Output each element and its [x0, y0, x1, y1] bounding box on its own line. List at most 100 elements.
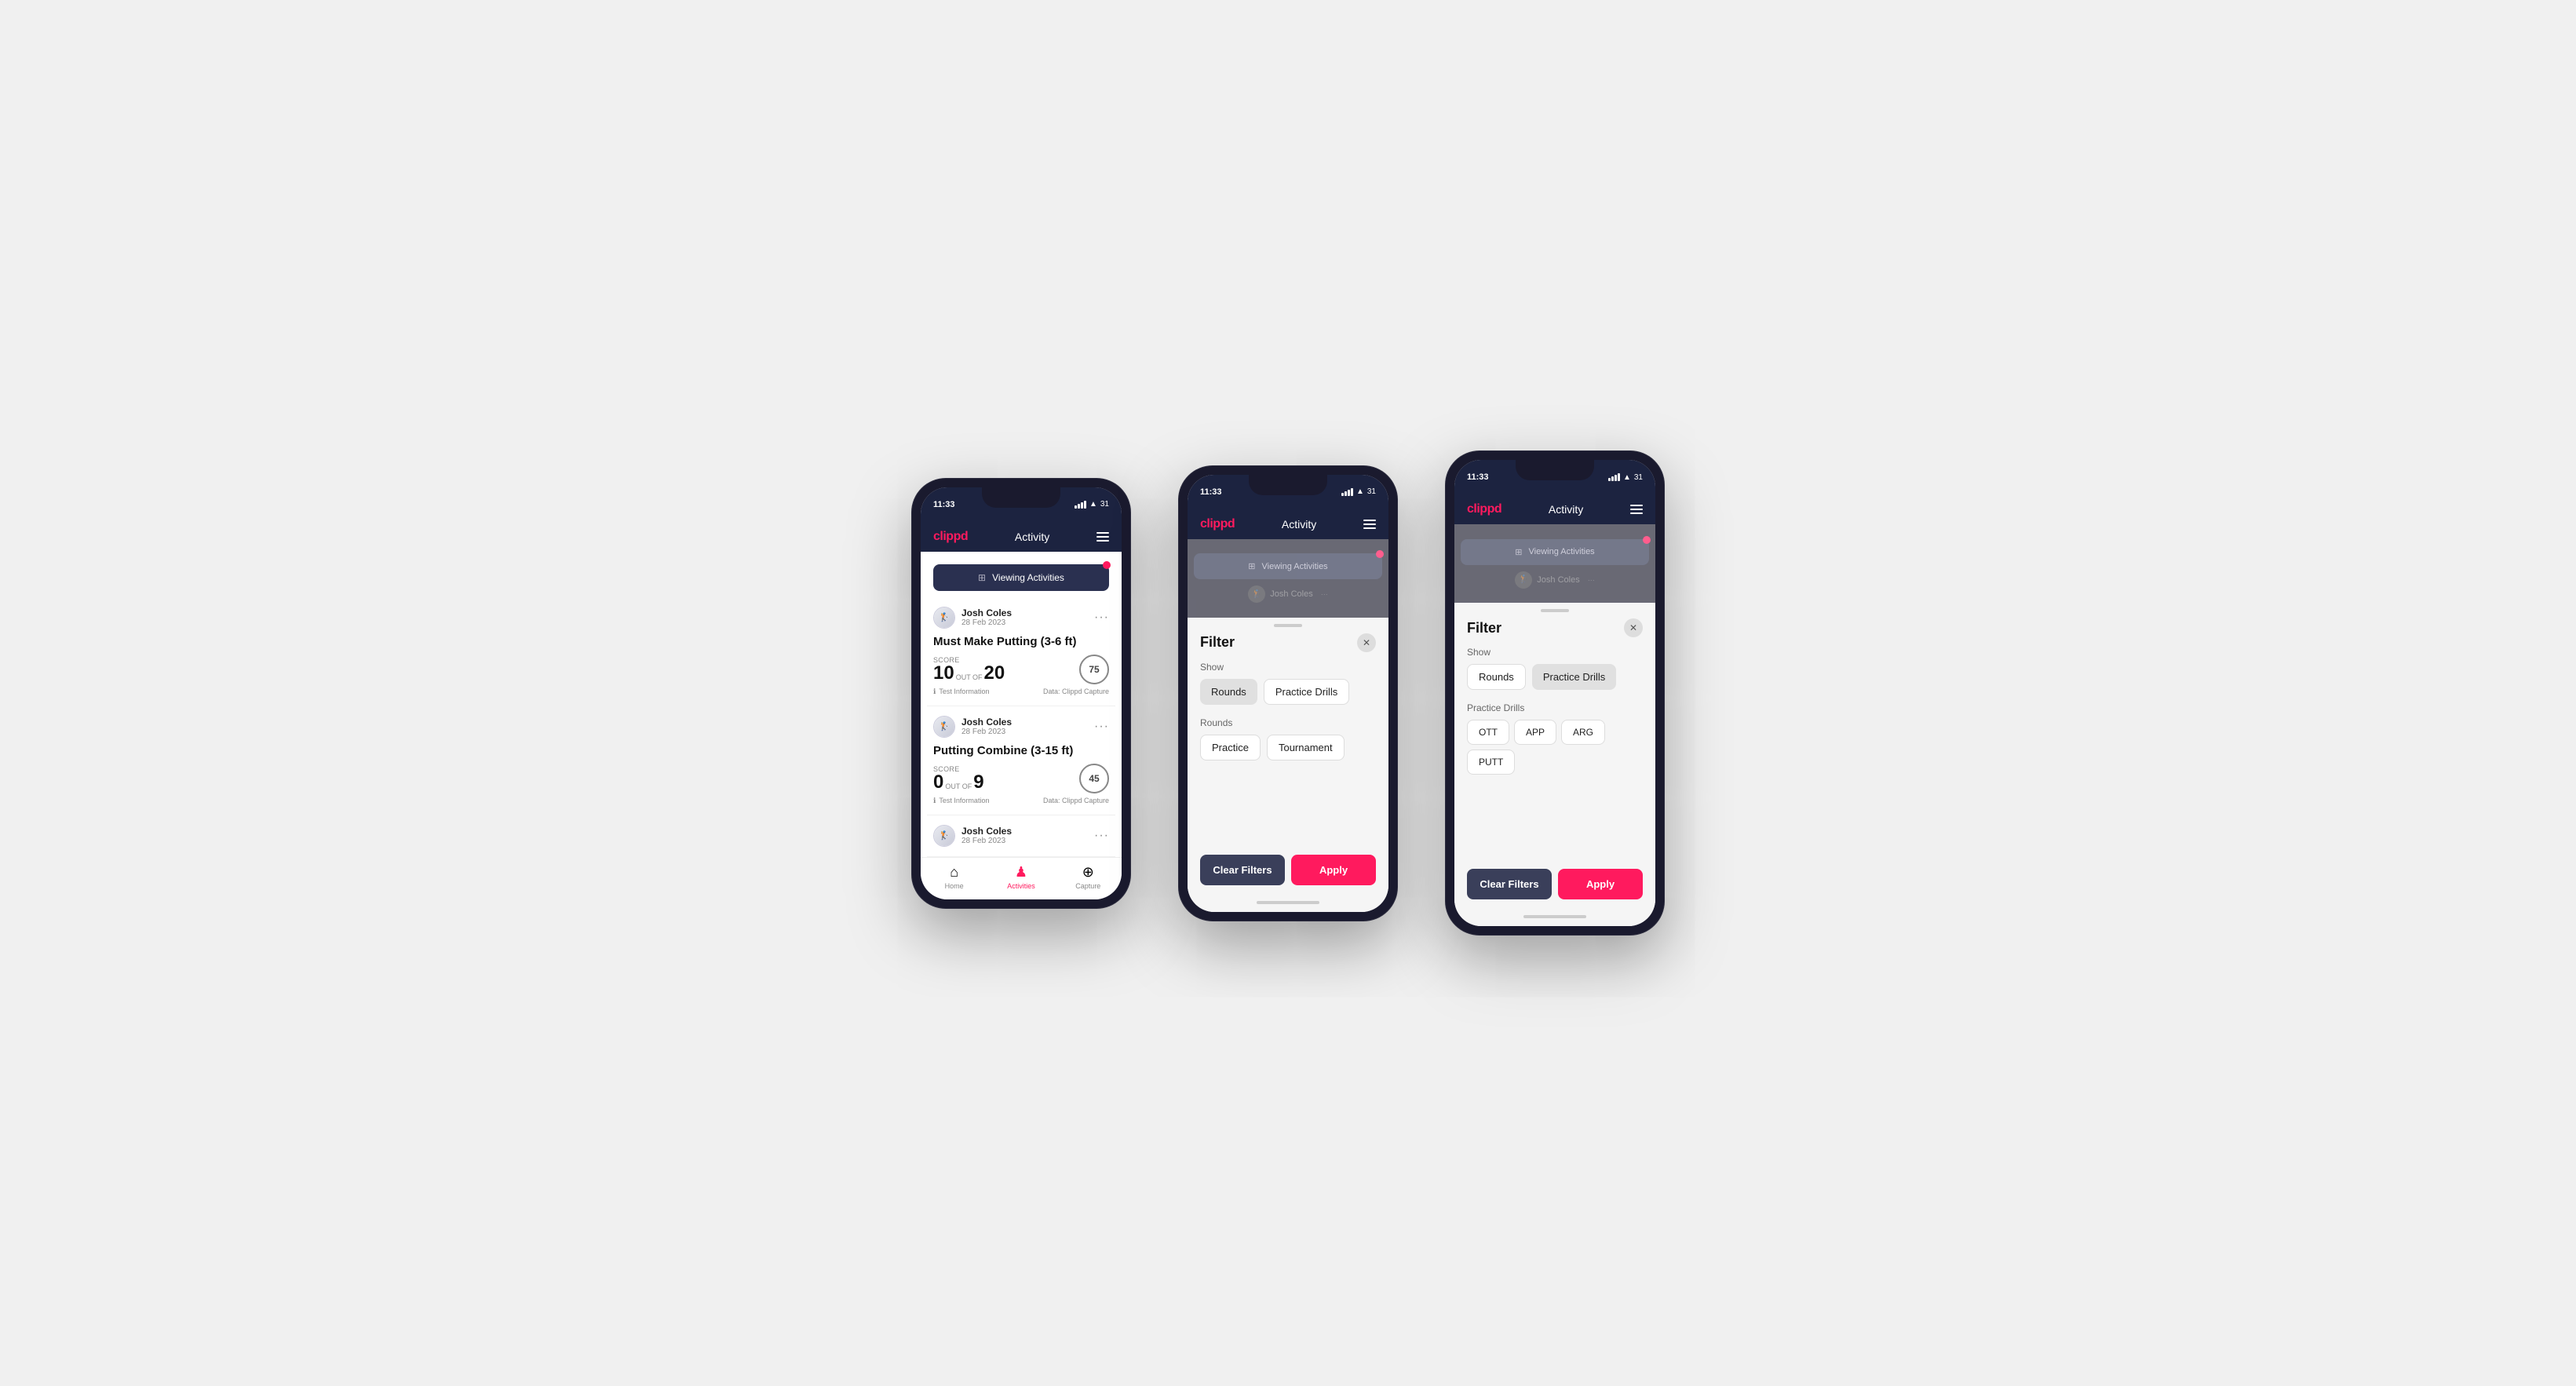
notch-1 — [982, 487, 1060, 508]
signal-bars-3 — [1608, 473, 1620, 481]
signal-bars-1 — [1075, 501, 1086, 509]
card-header-2: 🏌 Josh Coles 28 Feb 2023 ··· — [933, 716, 1109, 738]
wifi-icon-2: ▲ — [1356, 487, 1364, 496]
nav-activities-1[interactable]: ♟ Activities — [987, 864, 1054, 890]
home-icon-1: ⌂ — [950, 864, 958, 881]
user-date-1: 28 Feb 2023 — [961, 618, 1012, 627]
drill-btn-ott[interactable]: OTT — [1467, 720, 1509, 745]
practice-drills-btn-3[interactable]: Practice Drills — [1532, 664, 1616, 690]
card-header-1: 🏌 Josh Coles 28 Feb 2023 ··· — [933, 607, 1109, 629]
filter-sheet-2: Filter ✕ Show Rounds Practice Drills Rou… — [1188, 618, 1388, 912]
tournament-btn-2[interactable]: Tournament — [1267, 735, 1345, 760]
phone-1-inner: 11:33 ▲ 31 clippd Activity — [921, 487, 1122, 899]
clear-filters-btn-3[interactable]: Clear Filters — [1467, 869, 1552, 899]
user-date-2: 28 Feb 2023 — [961, 728, 1012, 736]
rounds-btn-3[interactable]: Rounds — [1467, 664, 1526, 690]
app-title-2: Activity — [1282, 518, 1316, 531]
phone-2-inner: 11:33 ▲ 31 clippd Activity — [1188, 475, 1388, 912]
time-1: 11:33 — [933, 500, 955, 509]
avatar-3: 🏌 — [933, 825, 955, 847]
menu-icon-2[interactable] — [1363, 520, 1376, 529]
red-dot-3 — [1643, 536, 1651, 544]
handle-bar-3 — [1541, 609, 1569, 612]
rounds-btn-2[interactable]: Rounds — [1200, 679, 1257, 705]
filter-header-2: Filter ✕ — [1188, 633, 1388, 662]
filter-actions-2: Clear Filters Apply — [1188, 842, 1388, 898]
viewing-banner-1[interactable]: ⊞ Viewing Activities — [933, 564, 1109, 591]
practice-drills-btn-2[interactable]: Practice Drills — [1264, 679, 1349, 705]
bottom-nav-1: ⌂ Home ♟ Activities ⊕ Capture — [921, 857, 1122, 899]
nav-capture-1[interactable]: ⊕ Capture — [1055, 864, 1122, 890]
drills-section-label-3: Practice Drills — [1467, 702, 1643, 713]
user-name-1: Josh Coles — [961, 607, 1012, 618]
battery-2: 31 — [1367, 487, 1376, 496]
screens-container: 11:33 ▲ 31 clippd Activity — [911, 450, 1665, 936]
nav-home-1[interactable]: ⌂ Home — [921, 864, 987, 890]
activity-card-1: 🏌 Josh Coles 28 Feb 2023 ··· Must Make P… — [927, 597, 1115, 706]
filter-handle-2 — [1188, 618, 1388, 633]
app-header-3: clippd Activity — [1454, 494, 1655, 524]
user-info-2: 🏌 Josh Coles 28 Feb 2023 — [933, 716, 1012, 738]
close-btn-2[interactable]: ✕ — [1357, 633, 1376, 652]
user-info-3: 🏌 Josh Coles 28 Feb 2023 — [933, 825, 1012, 847]
drills-section-3: Practice Drills OTT APP ARG PUTT — [1454, 702, 1655, 787]
practice-type-btn-2[interactable]: Practice — [1200, 735, 1261, 760]
avatar-2: 🏌 — [933, 716, 955, 738]
filter-title-2: Filter — [1200, 634, 1235, 651]
viewing-banner-text-1: Viewing Activities — [992, 572, 1064, 583]
user-name-3: Josh Coles — [961, 826, 1012, 837]
apply-btn-2[interactable]: Apply — [1291, 855, 1376, 885]
spacer-3 — [1454, 787, 1655, 850]
time-2: 11:33 — [1200, 487, 1222, 497]
activities-icon-1: ♟ — [1015, 864, 1027, 881]
close-btn-3[interactable]: ✕ — [1624, 618, 1643, 637]
battery-1: 31 — [1100, 500, 1109, 509]
filter-sheet-3: Filter ✕ Show Rounds Practice Drills Pra… — [1454, 603, 1655, 926]
backdrop-banner-3: ⊞ Viewing Activities — [1461, 539, 1649, 565]
phone-3: 11:33 ▲ 31 clippd Activity — [1445, 450, 1665, 936]
nav-home-label-1: Home — [945, 882, 964, 890]
menu-icon-1[interactable] — [1096, 532, 1109, 542]
status-bar-3: 11:33 ▲ 31 — [1454, 460, 1655, 494]
app-logo-2: clippd — [1200, 517, 1235, 531]
status-bar-2: 11:33 ▲ 31 — [1188, 475, 1388, 509]
drill-btn-row-3: OTT APP ARG PUTT — [1467, 720, 1643, 775]
dots-menu-2[interactable]: ··· — [1094, 720, 1109, 734]
activities-list-1: 🏌 Josh Coles 28 Feb 2023 ··· Must Make P… — [921, 597, 1122, 857]
filter-actions-3: Clear Filters Apply — [1454, 856, 1655, 912]
apply-btn-3[interactable]: Apply — [1558, 869, 1643, 899]
activity-title-2: Putting Combine (3-15 ft) — [933, 744, 1109, 757]
app-title-3: Activity — [1549, 503, 1583, 516]
menu-icon-3[interactable] — [1630, 505, 1643, 514]
stats-row-1: Score 10 OUT OF 20 75 — [933, 655, 1109, 684]
notch-2 — [1249, 475, 1327, 495]
status-bar-1: 11:33 ▲ 31 — [921, 487, 1122, 522]
battery-3: 31 — [1634, 473, 1643, 482]
rounds-section-label-2: Rounds — [1200, 717, 1376, 728]
clear-filters-btn-2[interactable]: Clear Filters — [1200, 855, 1285, 885]
filter-handle-3 — [1454, 603, 1655, 618]
signal-bars-2 — [1341, 488, 1353, 496]
status-right-3: ▲ 31 — [1608, 473, 1643, 482]
filter-icon-1: ⊞ — [978, 572, 986, 583]
app-header-1: clippd Activity — [921, 522, 1122, 552]
show-label-3: Show — [1467, 647, 1643, 658]
drill-btn-app[interactable]: APP — [1514, 720, 1556, 745]
phone-1: 11:33 ▲ 31 clippd Activity — [911, 478, 1131, 909]
wifi-icon-3: ▲ — [1623, 473, 1631, 482]
dots-menu-1[interactable]: ··· — [1094, 611, 1109, 625]
handle-bar-2 — [1274, 624, 1302, 627]
user-date-3: 28 Feb 2023 — [961, 837, 1012, 845]
dots-menu-3[interactable]: ··· — [1094, 829, 1109, 843]
drill-btn-putt[interactable]: PUTT — [1467, 750, 1515, 775]
phone-2: 11:33 ▲ 31 clippd Activity — [1178, 465, 1398, 921]
drill-btn-arg[interactable]: ARG — [1561, 720, 1605, 745]
filter-header-3: Filter ✕ — [1454, 618, 1655, 647]
card-header-3: 🏌 Josh Coles 28 Feb 2023 ··· — [933, 825, 1109, 847]
avatar-1: 🏌 — [933, 607, 955, 629]
backdrop-banner-2: ⊞ Viewing Activities — [1194, 553, 1382, 579]
nav-activities-label-1: Activities — [1007, 882, 1035, 890]
app-logo-3: clippd — [1467, 502, 1501, 516]
time-3: 11:33 — [1467, 472, 1489, 482]
show-section-2: Show Rounds Practice Drills — [1188, 662, 1388, 717]
